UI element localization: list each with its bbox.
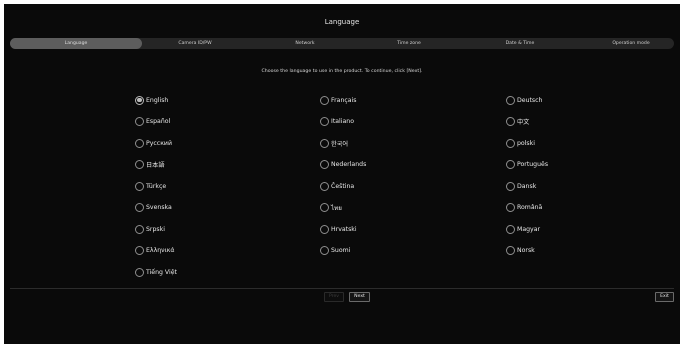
radio-unselected-icon[interactable]	[320, 138, 329, 148]
language-option[interactable]: Magyar	[506, 224, 540, 234]
radio-unselected-icon[interactable]	[320, 160, 329, 169]
language-option-label: Español	[146, 118, 171, 125]
radio-unselected-icon[interactable]	[320, 95, 329, 105]
language-option-label: Ελληνικά	[146, 247, 175, 254]
language-option-label: Dansk	[517, 182, 537, 190]
language-option-label: 中文	[517, 119, 530, 126]
instruction-text: Choose the language to use in the produc…	[261, 69, 423, 74]
language-option-label: Türkçe	[146, 182, 167, 190]
language-option[interactable]: Suomi	[320, 246, 350, 256]
language-option-label: Nederlands	[331, 161, 367, 168]
language-option[interactable]: Čeština	[320, 181, 354, 191]
radio-unselected-icon[interactable]	[320, 117, 329, 126]
radio-unselected-icon[interactable]	[135, 267, 144, 277]
language-option-label: Magyar	[517, 225, 541, 233]
language-option-label: Tiếng Việt	[146, 268, 177, 276]
radio-unselected-icon[interactable]	[135, 224, 144, 234]
language-option-label: Suomi	[331, 247, 351, 254]
language-option[interactable]: Français	[320, 95, 357, 105]
language-option-label: Hrvatski	[331, 225, 357, 233]
setup-wizard-window: Language Language Camera ID/PW Network T…	[4, 4, 680, 344]
radio-unselected-icon[interactable]	[506, 181, 515, 191]
radio-unselected-icon[interactable]	[506, 224, 515, 234]
radio-dot-icon	[137, 97, 142, 103]
language-option[interactable]: Norsk	[506, 246, 535, 256]
language-option[interactable]: Türkçe	[135, 181, 166, 191]
radio-unselected-icon[interactable]	[320, 181, 329, 191]
language-option-label: Italiano	[331, 118, 354, 125]
language-option[interactable]: Română	[506, 203, 542, 213]
radio-unselected-icon[interactable]	[506, 160, 515, 169]
footer-divider	[10, 288, 674, 289]
language-option[interactable]: Hrvatski	[320, 224, 357, 234]
radio-unselected-icon[interactable]	[320, 246, 329, 255]
language-option[interactable]: Svenska	[135, 203, 172, 213]
language-option-label: Français	[331, 96, 357, 104]
language-option[interactable]: Português	[506, 160, 548, 170]
language-option-label: Srpski	[146, 225, 165, 233]
radio-unselected-icon[interactable]	[506, 203, 515, 212]
language-option[interactable]: Nederlands	[320, 160, 366, 170]
language-option[interactable]: Srpski	[135, 224, 165, 234]
language-option-label: 한국어	[331, 140, 349, 148]
wizard-tab-bar: Language Camera ID/PW Network Time zone …	[10, 38, 674, 49]
tab-operation-mode[interactable]: Operation mode	[566, 38, 680, 49]
language-option[interactable]: polski	[506, 138, 535, 148]
tab-language[interactable]: Language	[10, 38, 142, 49]
language-option-label: Svenska	[146, 204, 172, 211]
language-option[interactable]: Italiano	[320, 117, 354, 127]
language-option[interactable]: Dansk	[506, 181, 536, 191]
language-option[interactable]: Español	[135, 117, 170, 127]
language-option-label: Čeština	[331, 182, 355, 190]
radio-unselected-icon[interactable]	[135, 246, 144, 255]
radio-unselected-icon[interactable]	[506, 138, 515, 148]
language-option-label: polski	[517, 139, 535, 147]
language-option[interactable]: 中文	[506, 117, 529, 127]
radio-unselected-icon[interactable]	[135, 138, 144, 148]
radio-unselected-icon[interactable]	[135, 181, 144, 191]
window-title: Language	[324, 18, 360, 26]
language-option-label: 日本語	[146, 162, 165, 169]
next-button[interactable]: Next	[349, 292, 370, 302]
exit-button[interactable]: Exit	[655, 292, 674, 302]
language-option[interactable]: English	[135, 95, 168, 105]
language-option-label: Norsk	[517, 247, 535, 254]
radio-unselected-icon[interactable]	[506, 246, 515, 255]
language-option-label: Русский	[146, 139, 172, 147]
language-option[interactable]: 日本語	[135, 160, 165, 170]
language-option[interactable]: Tiếng Việt	[135, 267, 177, 277]
radio-unselected-icon[interactable]	[135, 160, 144, 169]
language-option[interactable]: Русский	[135, 138, 172, 148]
prev-button[interactable]: Prev	[324, 292, 344, 302]
radio-unselected-icon[interactable]	[320, 224, 329, 234]
language-option-label: English	[146, 96, 169, 104]
radio-selected-icon[interactable]	[135, 95, 144, 105]
language-option-label: ไทย	[331, 204, 342, 212]
language-option[interactable]: 한국어	[320, 138, 348, 148]
language-option-label: Română	[517, 204, 543, 211]
language-option[interactable]: Deutsch	[506, 95, 542, 105]
radio-unselected-icon[interactable]	[506, 95, 515, 105]
language-option-label: Deutsch	[517, 96, 543, 104]
language-option-label: Português	[517, 161, 549, 168]
radio-unselected-icon[interactable]	[135, 117, 144, 126]
radio-unselected-icon[interactable]	[320, 203, 329, 212]
radio-unselected-icon[interactable]	[506, 117, 515, 126]
language-option[interactable]: Ελληνικά	[135, 246, 174, 256]
radio-unselected-icon[interactable]	[135, 203, 144, 212]
language-option[interactable]: ไทย	[320, 203, 342, 213]
